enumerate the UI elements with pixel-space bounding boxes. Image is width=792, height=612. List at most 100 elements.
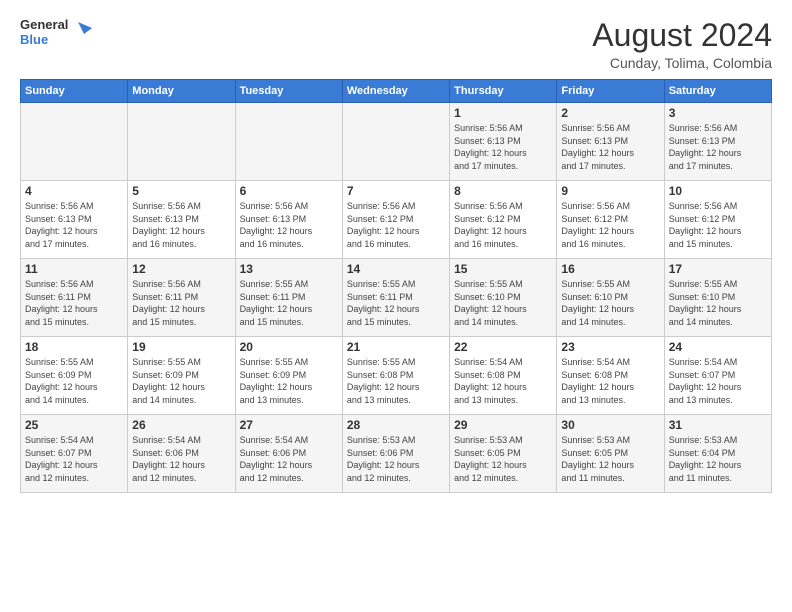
day-number: 10 — [669, 184, 767, 198]
calendar-cell-w3-d6: 17 Sunrise: 5:55 AM Sunset: 6:10 PM Dayli… — [664, 259, 771, 337]
calendar-cell-w4-d0: 18 Sunrise: 5:55 AM Sunset: 6:09 PM Dayli… — [21, 337, 128, 415]
day-info: Sunrise: 5:56 AM Sunset: 6:12 PM Dayligh… — [347, 200, 445, 250]
day-number: 5 — [132, 184, 230, 198]
calendar-cell-w2-d0: 4Sunrise: 5:56 AM Sunset: 6:13 PM Daylig… — [21, 181, 128, 259]
calendar-cell-w2-d4: 8 Sunrise: 5:56 AM Sunset: 6:12 PM Daylig… — [450, 181, 557, 259]
calendar-cell-w5-d3: 28 Sunrise: 5:53 AM Sunset: 6:06 PM Dayli… — [342, 415, 449, 493]
calendar-cell-w5-d6: 31 Sunrise: 5:53 AM Sunset: 6:04 PM Dayli… — [664, 415, 771, 493]
day-number: 16 — [561, 262, 659, 276]
calendar-cell-w5-d2: 27 Sunrise: 5:54 AM Sunset: 6:06 PM Dayli… — [235, 415, 342, 493]
calendar-cell-w3-d3: 14 Sunrise: 5:55 AM Sunset: 6:11 PM Dayli… — [342, 259, 449, 337]
day-number: 27 — [240, 418, 338, 432]
col-monday: Monday — [128, 80, 235, 103]
col-friday: Friday — [557, 80, 664, 103]
day-info: Sunrise: 5:56 AM Sunset: 6:13 PM Dayligh… — [669, 122, 767, 172]
day-info: Sunrise: 5:56 AM Sunset: 6:13 PM Dayligh… — [25, 200, 123, 250]
day-number: 8 — [454, 184, 552, 198]
calendar-cell-w3-d4: 15Sunrise: 5:55 AM Sunset: 6:10 PM Dayli… — [450, 259, 557, 337]
calendar-cell-w2-d5: 9Sunrise: 5:56 AM Sunset: 6:12 PM Daylig… — [557, 181, 664, 259]
day-number: 18 — [25, 340, 123, 354]
header: General Blue August 2024 Cunday, Tolima,… — [20, 18, 772, 71]
day-info: Sunrise: 5:55 AM Sunset: 6:10 PM Dayligh… — [561, 278, 659, 328]
week-row-2: 4Sunrise: 5:56 AM Sunset: 6:13 PM Daylig… — [21, 181, 772, 259]
calendar-cell-w5-d1: 26 Sunrise: 5:54 AM Sunset: 6:06 PM Dayli… — [128, 415, 235, 493]
calendar-cell-w1-d0 — [21, 103, 128, 181]
day-number: 15 — [454, 262, 552, 276]
day-number: 19 — [132, 340, 230, 354]
day-info: Sunrise: 5:54 AM Sunset: 6:07 PM Dayligh… — [669, 356, 767, 406]
day-number: 31 — [669, 418, 767, 432]
day-info: Sunrise: 5:55 AM Sunset: 6:09 PM Dayligh… — [25, 356, 123, 406]
day-number: 22 — [454, 340, 552, 354]
calendar-cell-w2-d6: 10 Sunrise: 5:56 AM Sunset: 6:12 PM Dayli… — [664, 181, 771, 259]
day-info: Sunrise: 5:55 AM Sunset: 6:11 PM Dayligh… — [240, 278, 338, 328]
col-thursday: Thursday — [450, 80, 557, 103]
calendar-cell-w1-d6: 3Sunrise: 5:56 AM Sunset: 6:13 PM Daylig… — [664, 103, 771, 181]
week-row-3: 11 Sunrise: 5:56 AM Sunset: 6:11 PM Dayli… — [21, 259, 772, 337]
day-info: Sunrise: 5:56 AM Sunset: 6:13 PM Dayligh… — [454, 122, 552, 172]
calendar-page: General Blue August 2024 Cunday, Tolima,… — [0, 0, 792, 612]
day-number: 1 — [454, 106, 552, 120]
day-number: 21 — [347, 340, 445, 354]
day-number: 17 — [669, 262, 767, 276]
calendar-cell-w3-d5: 16 Sunrise: 5:55 AM Sunset: 6:10 PM Dayli… — [557, 259, 664, 337]
calendar-cell-w5-d5: 30Sunrise: 5:53 AM Sunset: 6:05 PM Dayli… — [557, 415, 664, 493]
logo-bird-icon — [70, 18, 92, 40]
day-number: 25 — [25, 418, 123, 432]
calendar-cell-w5-d4: 29 Sunrise: 5:53 AM Sunset: 6:05 PM Dayli… — [450, 415, 557, 493]
day-number: 20 — [240, 340, 338, 354]
calendar-cell-w1-d4: 1 Sunrise: 5:56 AM Sunset: 6:13 PM Daylig… — [450, 103, 557, 181]
day-info: Sunrise: 5:54 AM Sunset: 6:06 PM Dayligh… — [240, 434, 338, 484]
calendar-cell-w5-d0: 25 Sunrise: 5:54 AM Sunset: 6:07 PM Dayli… — [21, 415, 128, 493]
day-info: Sunrise: 5:55 AM Sunset: 6:09 PM Dayligh… — [132, 356, 230, 406]
day-info: Sunrise: 5:53 AM Sunset: 6:06 PM Dayligh… — [347, 434, 445, 484]
calendar-cell-w2-d1: 5Sunrise: 5:56 AM Sunset: 6:13 PM Daylig… — [128, 181, 235, 259]
day-number: 7 — [347, 184, 445, 198]
week-row-5: 25 Sunrise: 5:54 AM Sunset: 6:07 PM Dayli… — [21, 415, 772, 493]
calendar-cell-w1-d1 — [128, 103, 235, 181]
col-sunday: Sunday — [21, 80, 128, 103]
day-info: Sunrise: 5:55 AM Sunset: 6:09 PM Dayligh… — [240, 356, 338, 406]
day-info: Sunrise: 5:54 AM Sunset: 6:07 PM Dayligh… — [25, 434, 123, 484]
day-info: Sunrise: 5:54 AM Sunset: 6:06 PM Dayligh… — [132, 434, 230, 484]
day-info: Sunrise: 5:56 AM Sunset: 6:12 PM Dayligh… — [454, 200, 552, 250]
day-info: Sunrise: 5:53 AM Sunset: 6:04 PM Dayligh… — [669, 434, 767, 484]
day-number: 23 — [561, 340, 659, 354]
col-saturday: Saturday — [664, 80, 771, 103]
day-info: Sunrise: 5:55 AM Sunset: 6:10 PM Dayligh… — [669, 278, 767, 328]
calendar-cell-w4-d2: 20 Sunrise: 5:55 AM Sunset: 6:09 PM Dayli… — [235, 337, 342, 415]
logo: General Blue — [20, 18, 92, 48]
logo-graphic: General Blue — [20, 18, 92, 48]
day-number: 24 — [669, 340, 767, 354]
calendar-cell-w4-d4: 22 Sunrise: 5:54 AM Sunset: 6:08 PM Dayli… — [450, 337, 557, 415]
day-number: 11 — [25, 262, 123, 276]
day-number: 29 — [454, 418, 552, 432]
day-number: 26 — [132, 418, 230, 432]
calendar-cell-w4-d1: 19 Sunrise: 5:55 AM Sunset: 6:09 PM Dayli… — [128, 337, 235, 415]
title-block: August 2024 Cunday, Tolima, Colombia — [592, 18, 772, 71]
calendar-table: Sunday Monday Tuesday Wednesday Thursday… — [20, 79, 772, 493]
day-number: 28 — [347, 418, 445, 432]
calendar-cell-w1-d3 — [342, 103, 449, 181]
day-info: Sunrise: 5:56 AM Sunset: 6:11 PM Dayligh… — [25, 278, 123, 328]
day-info: Sunrise: 5:53 AM Sunset: 6:05 PM Dayligh… — [454, 434, 552, 484]
calendar-cell-w3-d2: 13 Sunrise: 5:55 AM Sunset: 6:11 PM Dayli… — [235, 259, 342, 337]
day-info: Sunrise: 5:56 AM Sunset: 6:13 PM Dayligh… — [561, 122, 659, 172]
calendar-cell-w3-d1: 12 Sunrise: 5:56 AM Sunset: 6:11 PM Dayli… — [128, 259, 235, 337]
day-number: 12 — [132, 262, 230, 276]
day-info: Sunrise: 5:55 AM Sunset: 6:08 PM Dayligh… — [347, 356, 445, 406]
day-info: Sunrise: 5:56 AM Sunset: 6:11 PM Dayligh… — [132, 278, 230, 328]
day-number: 13 — [240, 262, 338, 276]
day-number: 30 — [561, 418, 659, 432]
calendar-cell-w2-d2: 6Sunrise: 5:56 AM Sunset: 6:13 PM Daylig… — [235, 181, 342, 259]
day-number: 14 — [347, 262, 445, 276]
day-number: 2 — [561, 106, 659, 120]
day-info: Sunrise: 5:56 AM Sunset: 6:12 PM Dayligh… — [669, 200, 767, 250]
month-year-title: August 2024 — [592, 18, 772, 53]
col-tuesday: Tuesday — [235, 80, 342, 103]
calendar-cell-w1-d2 — [235, 103, 342, 181]
day-info: Sunrise: 5:55 AM Sunset: 6:11 PM Dayligh… — [347, 278, 445, 328]
day-info: Sunrise: 5:54 AM Sunset: 6:08 PM Dayligh… — [561, 356, 659, 406]
day-info: Sunrise: 5:54 AM Sunset: 6:08 PM Dayligh… — [454, 356, 552, 406]
calendar-cell-w1-d5: 2 Sunrise: 5:56 AM Sunset: 6:13 PM Daylig… — [557, 103, 664, 181]
